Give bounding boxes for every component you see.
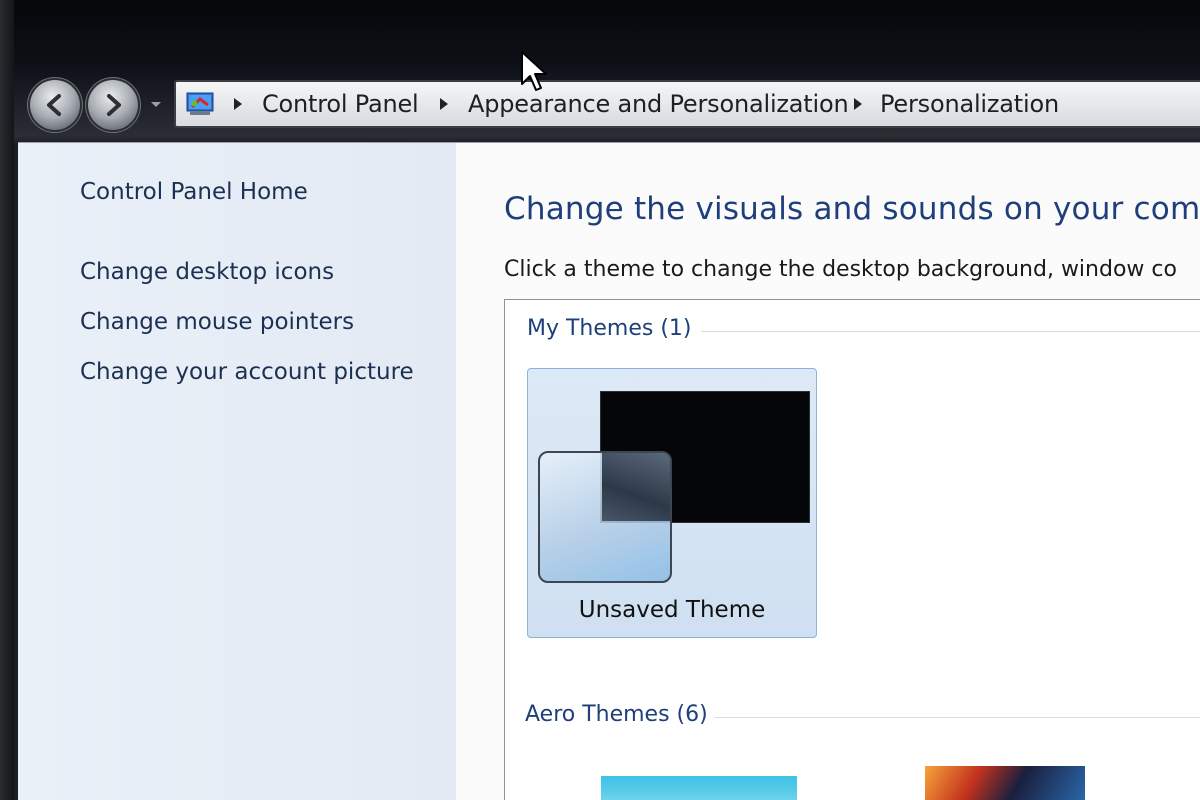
- task-sidebar: Control Panel Home Change desktop icons …: [18, 143, 456, 800]
- forward-button[interactable]: [86, 78, 140, 132]
- recent-pages-dropdown[interactable]: [148, 96, 164, 112]
- change-mouse-pointers-link[interactable]: Change mouse pointers: [80, 309, 354, 335]
- chevron-down-icon: [151, 102, 161, 107]
- breadcrumb-separator-icon[interactable]: [234, 98, 242, 110]
- theme-tile-unsaved[interactable]: Unsaved Theme: [527, 368, 817, 638]
- theme-window-overlap: [602, 453, 670, 521]
- change-desktop-icons-link[interactable]: Change desktop icons: [80, 259, 334, 285]
- group-divider: [701, 331, 1200, 332]
- breadcrumb-control-panel[interactable]: Control Panel: [262, 90, 419, 118]
- themes-list[interactable]: My Themes (1) Unsaved Theme Aero Themes …: [504, 299, 1200, 800]
- breadcrumb-separator-icon[interactable]: [854, 98, 862, 110]
- breadcrumb-personalization[interactable]: Personalization: [880, 90, 1059, 118]
- my-themes-header: My Themes (1): [527, 316, 692, 341]
- control-panel-home-link[interactable]: Control Panel Home: [80, 179, 308, 205]
- change-account-picture-link[interactable]: Change your account picture: [80, 359, 414, 385]
- back-arrow-icon: [47, 94, 61, 116]
- explorer-window: Control Panel Appearance and Personaliza…: [0, 0, 1200, 800]
- aero-themes-header: Aero Themes (6): [525, 702, 708, 727]
- breadcrumb-separator-icon[interactable]: [440, 98, 448, 110]
- aero-theme-thumbnail[interactable]: [601, 776, 797, 800]
- mouse-cursor-icon: [521, 51, 547, 91]
- theme-label: Unsaved Theme: [578, 597, 766, 623]
- breadcrumb-appearance-and-personalization[interactable]: Appearance and Personalization: [468, 90, 849, 118]
- page-description: Click a theme to change the desktop back…: [504, 257, 1177, 282]
- forward-arrow-icon: [107, 94, 121, 116]
- group-divider: [715, 717, 1200, 718]
- content-area: Control Panel Home Change desktop icons …: [18, 142, 1200, 800]
- theme-window-preview: [538, 451, 672, 583]
- navigation-bar: Control Panel Appearance and Personaliza…: [24, 72, 1200, 136]
- page-title: Change the visuals and sounds on your co…: [504, 191, 1200, 227]
- window-left-border: [0, 0, 14, 800]
- main-pane: Change the visuals and sounds on your co…: [456, 143, 1200, 800]
- back-button[interactable]: [28, 78, 82, 132]
- control-panel-icon: [186, 92, 214, 115]
- aero-theme-thumbnail[interactable]: [925, 766, 1085, 800]
- address-bar[interactable]: Control Panel Appearance and Personaliza…: [174, 80, 1200, 128]
